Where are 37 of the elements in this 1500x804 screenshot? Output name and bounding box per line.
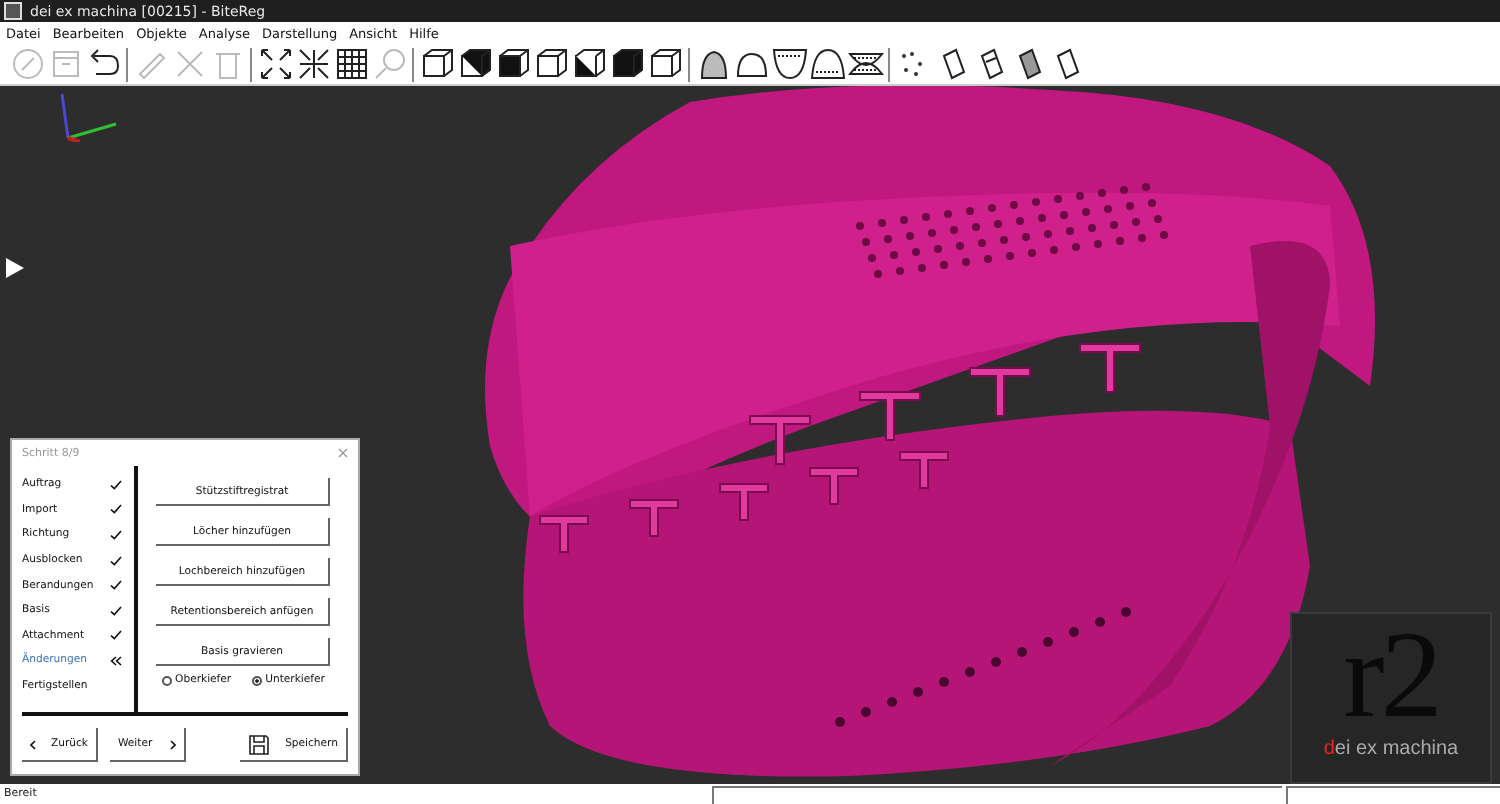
cross-icon — [171, 46, 207, 82]
cube-button[interactable] — [646, 46, 684, 82]
expand-icon — [257, 46, 293, 82]
archive-box-icon — [47, 46, 83, 82]
check-icon — [110, 605, 122, 616]
cube-button[interactable] — [608, 46, 646, 82]
cube-button[interactable] — [532, 46, 570, 82]
jaw-icon — [809, 46, 845, 82]
check-icon — [110, 504, 122, 515]
collapse-icon — [295, 46, 331, 82]
logo-subtitle: dei ex machina — [1323, 738, 1459, 760]
grid-icon — [333, 46, 369, 82]
double-chevron-icon — [110, 655, 122, 666]
cube-icon — [495, 46, 531, 82]
play-triangle-icon[interactable] — [6, 258, 24, 278]
cube-button[interactable] — [494, 46, 532, 82]
cube-button[interactable] — [570, 46, 608, 82]
check-icon — [110, 555, 122, 566]
check-icon — [110, 580, 122, 591]
cube-button[interactable] — [456, 46, 494, 82]
cube-button[interactable] — [418, 46, 456, 82]
check-icon — [110, 529, 122, 540]
bell-icon — [695, 46, 731, 82]
jaw-button[interactable] — [770, 46, 808, 82]
chevron-left-icon — [30, 739, 36, 749]
app-logo-icon — [4, 2, 22, 20]
jaw-icon — [771, 46, 807, 82]
expand-button[interactable] — [256, 46, 294, 82]
check-icon — [110, 630, 122, 641]
check-icon — [110, 479, 122, 490]
chevron-right-icon — [170, 739, 176, 749]
search-icon — [371, 46, 407, 82]
grid-button[interactable] — [332, 46, 370, 82]
collapse-button[interactable] — [294, 46, 332, 82]
cube-icon — [609, 46, 645, 82]
close-icon[interactable] — [338, 448, 348, 458]
jaw-button[interactable] — [808, 46, 846, 82]
